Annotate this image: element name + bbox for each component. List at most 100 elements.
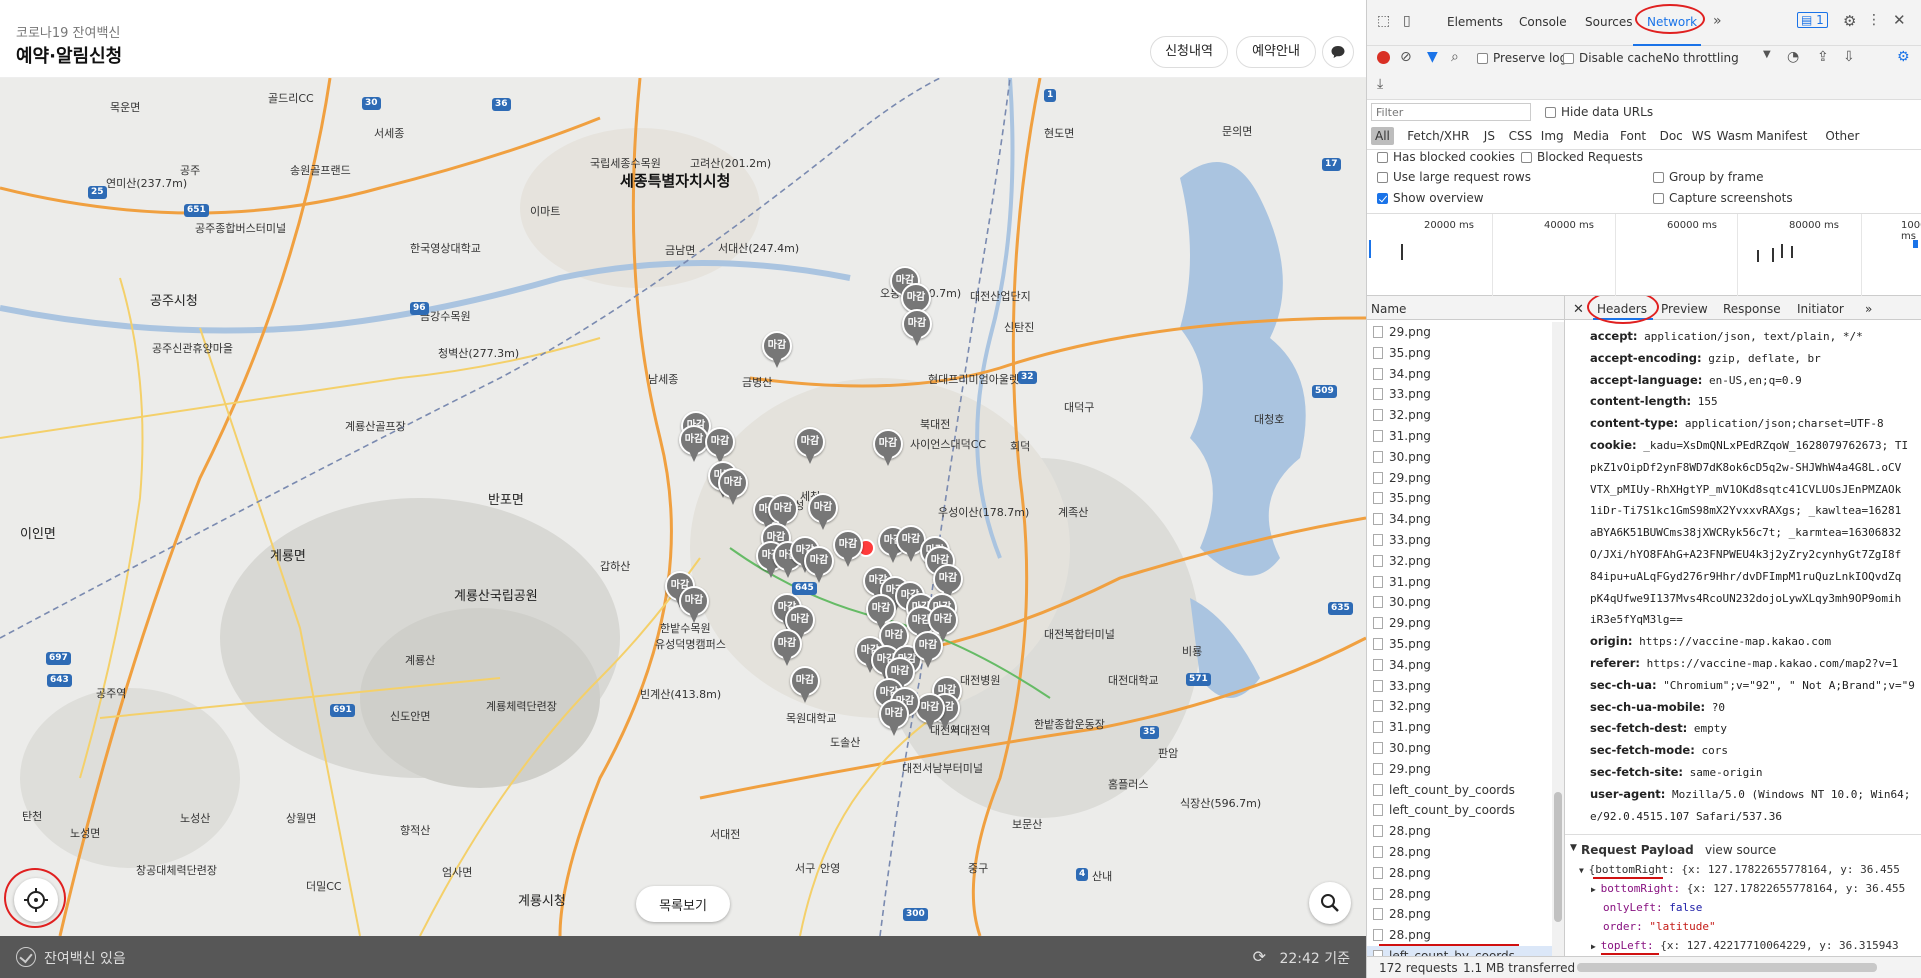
type-filter-media[interactable]: Media — [1569, 127, 1613, 145]
download-icon[interactable]: ⤓ — [1377, 76, 1383, 92]
request-row[interactable]: 34.png — [1367, 509, 1553, 530]
caret-down-icon[interactable]: ▼ — [1570, 843, 1577, 853]
request-row[interactable]: 29.png — [1367, 468, 1553, 489]
closed-center-pin[interactable]: 마감 — [705, 427, 735, 465]
history-button[interactable]: 신청내역 — [1150, 36, 1228, 68]
tab-initiator[interactable]: Initiator — [1797, 302, 1844, 316]
request-row[interactable]: 29.png — [1367, 613, 1553, 634]
type-filter-wasm[interactable]: Wasm — [1713, 127, 1757, 145]
request-row[interactable]: 31.png — [1367, 572, 1553, 593]
request-row[interactable]: 29.png — [1367, 759, 1553, 780]
request-row[interactable]: 28.png — [1367, 842, 1553, 863]
request-row[interactable]: 34.png — [1367, 364, 1553, 385]
closed-center-pin[interactable]: 마감 — [762, 331, 792, 369]
closed-center-pin[interactable]: 마감 — [718, 468, 748, 506]
request-row[interactable]: 32.png — [1367, 696, 1553, 717]
more-tabs-icon[interactable]: » — [1865, 302, 1872, 316]
network-overview[interactable]: 20000 ms 40000 ms 60000 ms 80000 ms 1000… — [1367, 214, 1921, 296]
request-row[interactable]: 32.png — [1367, 551, 1553, 572]
request-row[interactable]: left_count_by_coords — [1367, 945, 1553, 956]
closed-center-pin[interactable]: 마감 — [833, 530, 863, 568]
closed-center-pin[interactable]: 마감 — [679, 586, 709, 624]
available-check-icon[interactable] — [16, 947, 36, 967]
show-overview-checkbox[interactable] — [1377, 193, 1388, 204]
request-row[interactable]: 35.png — [1367, 488, 1553, 509]
throttling-select[interactable]: No throttling — [1663, 51, 1739, 65]
payload-topleft[interactable]: ▶ topLeft: {x: 127.42217710064229, y: 36… — [1591, 939, 1899, 952]
close-icon[interactable]: ✕ — [1893, 11, 1906, 29]
type-filter-manifest[interactable]: Manifest — [1752, 127, 1811, 145]
request-row[interactable]: 30.png — [1367, 592, 1553, 613]
search-icon[interactable]: ⌕ — [1451, 49, 1459, 65]
chat-button[interactable] — [1322, 36, 1354, 68]
request-row[interactable]: 30.png — [1367, 738, 1553, 759]
type-filter-img[interactable]: Img — [1537, 127, 1568, 145]
gear-icon[interactable]: ⚙ — [1843, 12, 1856, 30]
issues-badge[interactable]: ▤ 1 — [1797, 12, 1828, 28]
kebab-menu-icon[interactable]: ⋮ — [1867, 12, 1881, 28]
request-row[interactable]: left_count_by_coords — [1367, 800, 1553, 821]
type-filter-all[interactable]: All — [1371, 127, 1394, 145]
request-row[interactable]: 35.png — [1367, 343, 1553, 364]
request-row[interactable]: 28.png — [1367, 904, 1553, 925]
type-filter-css[interactable]: CSS — [1505, 127, 1537, 145]
large-rows-checkbox[interactable] — [1377, 172, 1388, 183]
request-row[interactable]: 33.png — [1367, 384, 1553, 405]
tab-console[interactable]: Console — [1519, 15, 1567, 29]
horizontal-scrollbar[interactable] — [1577, 963, 1877, 972]
filter-icon[interactable]: ▼ — [1427, 49, 1438, 65]
request-row[interactable]: 31.png — [1367, 426, 1553, 447]
type-filter-ws[interactable]: WS — [1688, 127, 1715, 145]
blocked-requests-checkbox[interactable] — [1521, 152, 1532, 163]
closed-center-pin[interactable]: 마감 — [902, 309, 932, 347]
request-row[interactable]: 31.png — [1367, 717, 1553, 738]
refresh-icon[interactable]: ⟳ — [1253, 947, 1266, 966]
closed-center-pin[interactable]: 마감 — [879, 699, 909, 737]
request-row[interactable]: 28.png — [1367, 821, 1553, 842]
name-column-header[interactable]: Name — [1367, 296, 1564, 320]
scrollbar-thumb[interactable] — [1554, 792, 1562, 922]
import-har-icon[interactable]: ⇪ — [1817, 49, 1829, 65]
capture-screenshots-checkbox[interactable] — [1653, 193, 1664, 204]
request-row[interactable]: 29.png — [1367, 322, 1553, 343]
network-settings-icon[interactable]: ⚙ — [1897, 49, 1910, 65]
close-icon[interactable]: ✕ — [1573, 302, 1584, 317]
names-scrollbar[interactable] — [1552, 322, 1564, 956]
request-row[interactable]: left_count_by_coords — [1367, 780, 1553, 801]
tab-response[interactable]: Response — [1723, 302, 1781, 316]
group-by-frame-checkbox[interactable] — [1653, 172, 1664, 183]
request-row[interactable]: 32.png — [1367, 405, 1553, 426]
type-filter-doc[interactable]: Doc — [1656, 127, 1687, 145]
network-conditions-icon[interactable]: ◔ — [1787, 49, 1799, 65]
closed-center-pin[interactable]: 마감 — [804, 546, 834, 584]
request-row[interactable]: 33.png — [1367, 530, 1553, 551]
closed-center-pin[interactable]: 마감 — [772, 629, 802, 667]
closed-center-pin[interactable]: 마감 — [795, 427, 825, 465]
record-icon[interactable] — [1377, 51, 1390, 64]
request-row[interactable]: 28.png — [1367, 863, 1553, 884]
tab-sources[interactable]: Sources — [1585, 15, 1632, 29]
request-row[interactable]: 35.png — [1367, 634, 1553, 655]
more-tabs-icon[interactable]: » — [1713, 13, 1722, 29]
filter-input[interactable] — [1371, 103, 1531, 121]
tab-preview[interactable]: Preview — [1661, 302, 1708, 316]
hide-data-urls-checkbox[interactable] — [1545, 107, 1556, 118]
request-row[interactable]: 34.png — [1367, 655, 1553, 676]
preserve-log-checkbox[interactable] — [1477, 53, 1488, 64]
closed-center-pin[interactable]: 마감 — [873, 429, 903, 467]
disable-cache-checkbox[interactable] — [1563, 53, 1574, 64]
blocked-cookies-checkbox[interactable] — [1377, 152, 1388, 163]
type-filter-font[interactable]: Font — [1616, 127, 1650, 145]
closed-center-pin[interactable]: 마감 — [808, 493, 838, 531]
closed-center-pin[interactable]: 마감 — [913, 631, 943, 669]
device-toolbar-icon[interactable]: ▯ — [1403, 13, 1411, 29]
payload-root[interactable]: ▼ {bottomRight: {x: 127.17822655778164, … — [1579, 863, 1900, 876]
request-row[interactable]: 28.png — [1367, 925, 1553, 946]
type-filter-other[interactable]: Other — [1821, 127, 1863, 145]
payload-bottomright[interactable]: ▶ bottomRight: {x: 127.17822655778164, y… — [1591, 882, 1905, 895]
request-row[interactable]: 30.png — [1367, 447, 1553, 468]
list-view-button[interactable]: 목록보기 — [636, 886, 730, 922]
map-search-button[interactable] — [1309, 882, 1351, 924]
tab-elements[interactable]: Elements — [1447, 15, 1503, 29]
inspect-element-icon[interactable]: ⬚ — [1377, 13, 1390, 29]
